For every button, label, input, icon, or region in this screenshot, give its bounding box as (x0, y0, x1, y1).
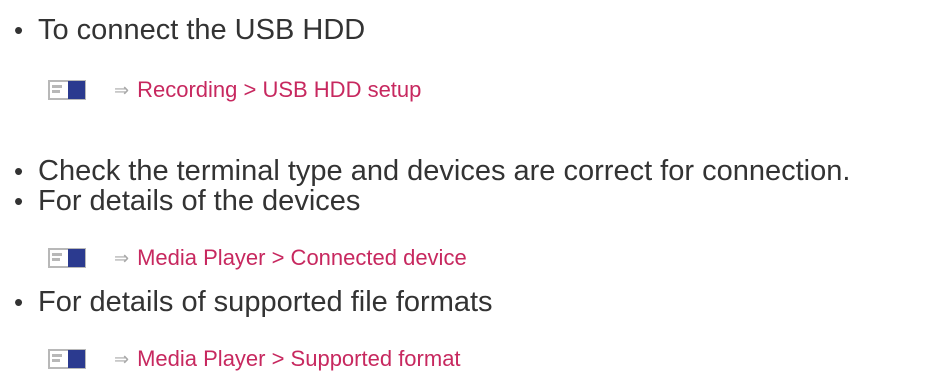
list-item: • For details of the devices (14, 183, 360, 219)
menu-path-link[interactable]: Media Player > Supported format (137, 345, 460, 373)
bullet-icon: • (14, 15, 24, 45)
menu-path-link[interactable]: Recording > USB HDD setup (137, 76, 421, 104)
menu-link-row: ⇒ Media Player > Connected device (48, 244, 467, 272)
list-item-text: To connect the USB HDD (38, 14, 366, 46)
bullet-icon: • (14, 287, 24, 317)
bullet-icon: • (14, 186, 24, 216)
list-item: • To connect the USB HDD (14, 12, 365, 48)
menu-link-row: ⇒ Recording > USB HDD setup (48, 76, 421, 104)
list-item-text: For details of the devices (38, 185, 361, 217)
arrow-icon: ⇒ (114, 248, 130, 268)
arrow-icon: ⇒ (114, 80, 130, 100)
list-item-text: For details of supported file formats (38, 286, 493, 318)
list-item: • For details of supported file formats (14, 284, 493, 320)
menu-path-link[interactable]: Media Player > Connected device (137, 244, 467, 272)
menu-screen-icon (48, 248, 86, 268)
menu-screen-icon (48, 80, 86, 100)
arrow-icon: ⇒ (114, 349, 130, 369)
menu-link-row: ⇒ Media Player > Supported format (48, 345, 461, 373)
menu-screen-icon (48, 349, 86, 369)
